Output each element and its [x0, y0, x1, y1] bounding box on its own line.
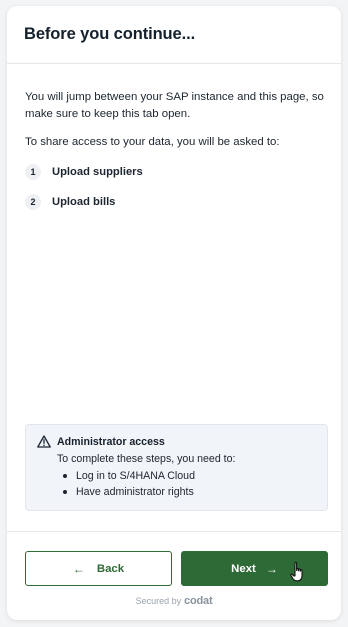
requirement-label: Have administrator rights [76, 486, 194, 498]
back-button-label: Back [96, 562, 125, 575]
steps-list: 1 Upload suppliers 2 Upload bills [25, 163, 324, 211]
warning-triangle-icon [37, 435, 51, 448]
list-item: Have administrator rights [57, 484, 317, 500]
requirements-list: Log in to S/4HANA Cloud Have administrat… [57, 468, 317, 500]
step-item: 2 Upload bills [25, 193, 324, 211]
step-number-badge: 1 [25, 164, 41, 180]
share-access-text: To share access to your data, you will b… [25, 136, 280, 148]
secured-text: Secured by [135, 596, 182, 606]
codat-logo: codat [184, 595, 213, 607]
arrow-left-icon: ← [72, 561, 85, 576]
arrow-right-icon: → [265, 561, 278, 576]
consent-card: Before you continue... You will jump bet… [7, 6, 341, 620]
card-header: Before you continue... [7, 6, 341, 64]
next-button-label: Next [231, 562, 256, 575]
back-button[interactable]: ← Back [25, 551, 172, 586]
notice-body: To complete these steps, you need to: Lo… [37, 451, 317, 500]
requirement-label: Log in to S/4HANA Cloud [76, 470, 195, 482]
step-label: Upload bills [52, 196, 116, 208]
card-content: You will jump between your SAP instance … [7, 64, 341, 211]
step-item: 1 Upload suppliers [25, 163, 324, 181]
notice-text: To complete these steps, you need to: [57, 453, 236, 465]
notice-title: Administrator access [57, 435, 165, 448]
secured-by-footer: Secured by codat [7, 595, 341, 607]
hand-pointer-icon [290, 561, 308, 583]
notice-header: Administrator access [37, 434, 317, 449]
step-label: Upload suppliers [52, 166, 143, 178]
page-title: Before you continue... [24, 25, 196, 43]
bullet-icon [63, 490, 67, 494]
administrator-notice: Administrator access To complete these s… [25, 424, 328, 511]
intro-text: You will jump between your SAP instance … [25, 91, 324, 120]
footer-divider [7, 531, 341, 532]
step-number-badge: 2 [25, 194, 41, 210]
bullet-icon [63, 474, 67, 478]
list-item: Log in to S/4HANA Cloud [57, 468, 317, 484]
